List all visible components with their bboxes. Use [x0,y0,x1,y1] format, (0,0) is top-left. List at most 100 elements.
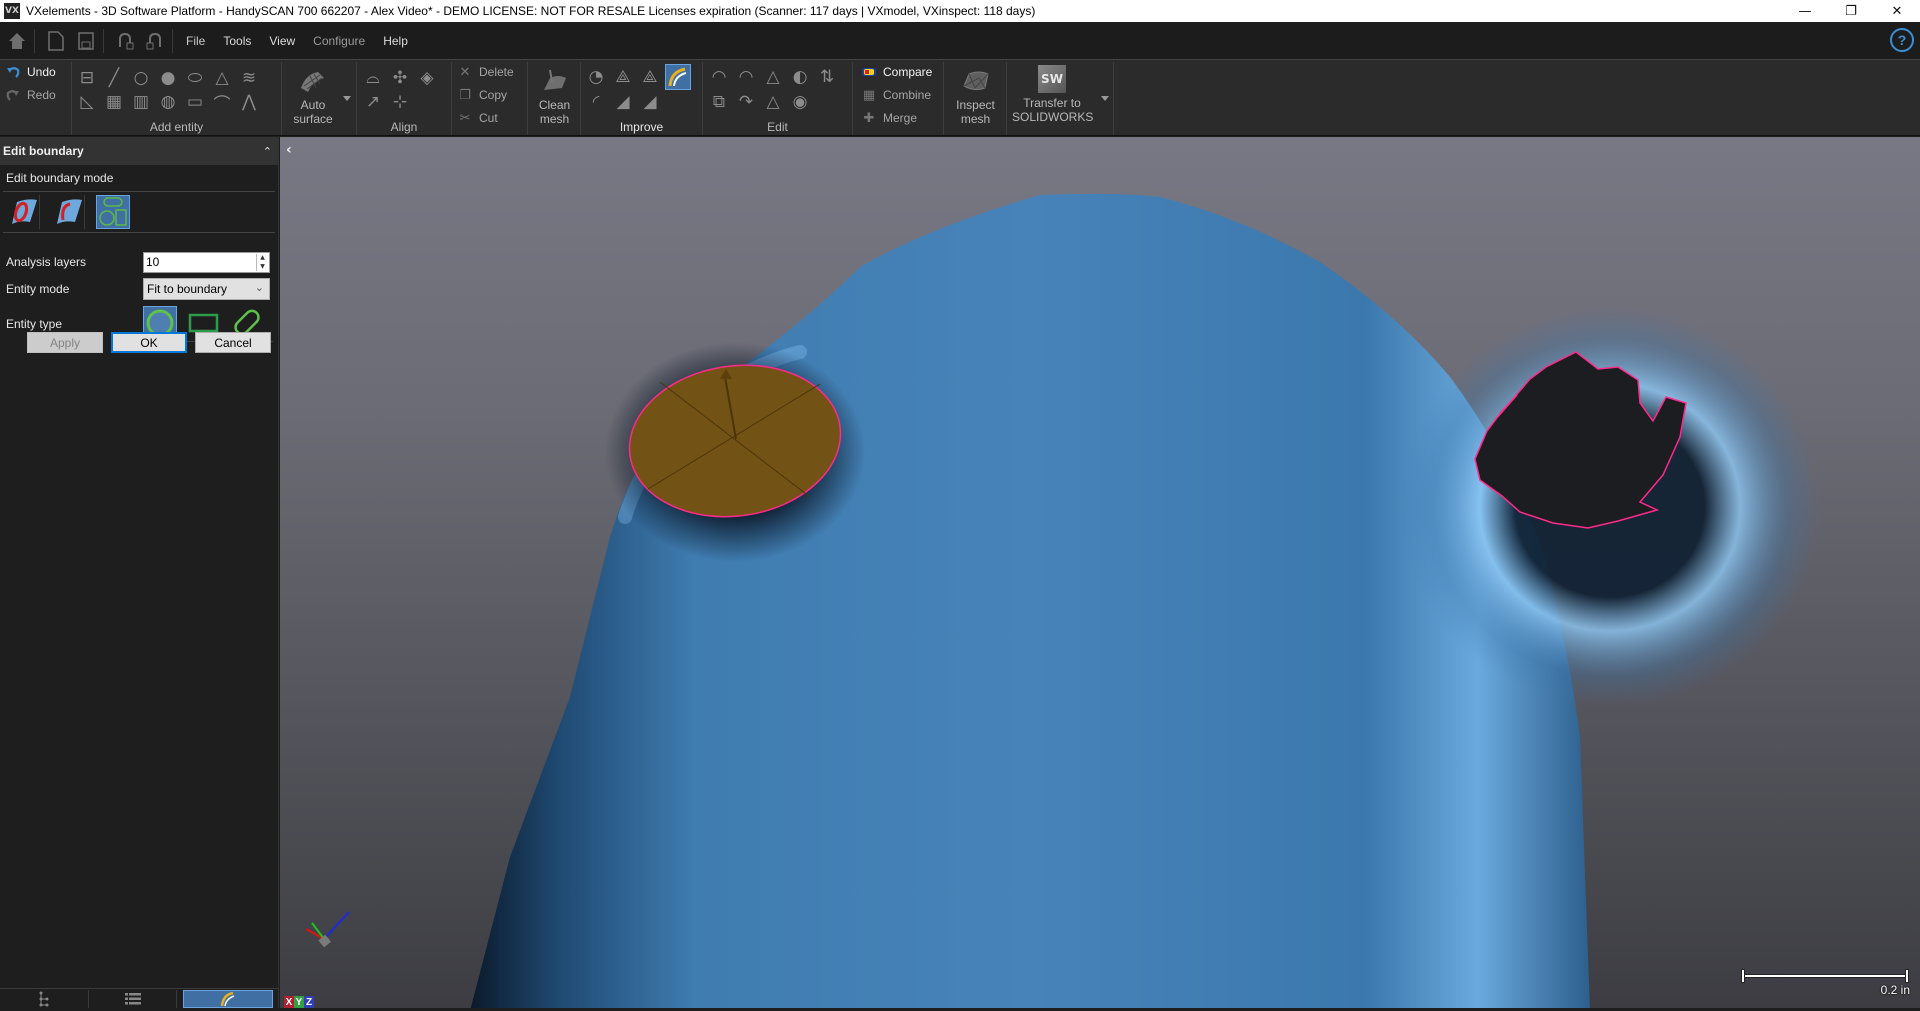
edit-boundary-tab[interactable] [183,989,274,1008]
edit-boundary-panel: Edit boundary ⌃ Edit boundary mode Analy… [0,137,279,1011]
compare-button[interactable]: Compare [862,62,932,82]
collapse-panel-icon[interactable]: ⌃ [263,145,272,158]
rectangle-icon[interactable]: ▭ [184,91,206,113]
improve-group: ◔ ⟁ ⟁ ◜ ◢ ◢ Improve [581,62,703,135]
sphere-icon[interactable]: ● [157,67,179,89]
smooth-boundary-icon[interactable]: ◜ [585,91,607,113]
circle-icon[interactable]: ○ [130,67,152,89]
x-view-button[interactable]: X [284,996,294,1008]
mode-entity-fit-button[interactable] [96,195,130,229]
ok-button[interactable]: OK [111,332,187,353]
align-grid-icon[interactable]: ⊹ [389,91,411,113]
redo-button[interactable]: Redo [6,85,56,105]
transfer-dropdown-icon[interactable] [1101,96,1109,101]
cancel-button[interactable]: Cancel [195,332,271,353]
y-view-button[interactable]: Y [294,996,304,1008]
redo-icon [6,88,20,102]
redo-history-icon[interactable] [142,28,168,54]
list-tab[interactable] [89,989,178,1008]
inspect-mesh-button[interactable]: Inspect mesh [944,66,1007,126]
split-triangle-icon[interactable]: △ [762,66,784,88]
z-view-button[interactable]: Z [304,996,314,1008]
menu-view[interactable]: View [269,34,295,48]
close-button[interactable]: ✕ [1874,0,1920,22]
align-axes-icon[interactable]: ✣ [389,67,411,89]
undo-button[interactable]: Undo [6,62,56,82]
restore-button[interactable]: ❐ [1828,0,1874,22]
curve-icon[interactable]: ⌒ [211,91,233,115]
angle-icon[interactable]: ◺ [76,91,98,113]
refine-icon[interactable]: ⟁ [639,66,661,88]
menu-file[interactable]: File [186,34,205,48]
fill-holes-icon[interactable]: ◔ [585,66,607,88]
scale-icon[interactable]: ⧉ [708,91,730,113]
save-icon[interactable] [73,28,99,54]
minimize-button[interactable]: — [1782,0,1828,22]
cone-icon[interactable]: △ [211,67,233,89]
smooth-icon[interactable]: ◢ [612,91,634,113]
3d-viewport[interactable]: ‹ X Y Z 0.2 in [280,137,1920,1011]
combine-button[interactable]: ▦ Combine [862,85,931,105]
mode-fill-boundary-button[interactable] [6,195,40,229]
scanned-mesh-body[interactable] [470,193,1590,1011]
mode-partial-boundary-button[interactable] [51,195,85,229]
copy-icon: ❐ [459,87,471,103]
clean-mesh-group: Clean mesh [528,62,581,135]
merge-button[interactable]: ✚ Merge [862,108,917,128]
clean-mesh-label: Clean mesh [538,98,571,126]
menu-configure[interactable]: Configure [313,34,365,48]
slot-icon[interactable]: ⬭ [184,67,206,89]
apply-button[interactable]: Apply [27,332,103,353]
undo-history-icon[interactable] [112,28,138,54]
edit-boundary-icon[interactable] [665,64,691,90]
cylinder-icon[interactable]: ▥ [130,91,152,113]
new-file-icon[interactable] [43,28,69,54]
remove-spikes-icon[interactable]: ◢ [639,91,661,113]
edit-label: Edit [767,120,788,134]
menu-tools[interactable]: Tools [223,34,251,48]
decimate-icon[interactable]: ⟁ [612,66,634,88]
surface-trim-icon[interactable]: ◠ [735,66,757,88]
transfer-solidworks-button[interactable]: SW Transfer to SOLIDWORKS [1007,64,1097,124]
help-icon[interactable]: ? [1890,28,1914,52]
clean-mesh-button[interactable]: Clean mesh [528,66,581,126]
menu-help[interactable]: Help [383,34,408,48]
globe-icon[interactable]: ◍ [157,91,179,113]
entity-mode-select[interactable]: Fit to boundary ⌄ [143,278,270,300]
surface-edit-icon[interactable]: ◠ [708,66,730,88]
add-entity-label: Add entity [149,120,204,134]
collapse-panel-arrow-icon[interactable]: ‹ [286,142,292,158]
auto-surface-button[interactable]: Auto surface [286,66,340,126]
thicken-icon[interactable]: ⇅ [816,66,838,88]
analysis-layers-input[interactable]: 10 ▲ ▼ [143,251,270,273]
entity-mode-value: Fit to boundary [147,282,228,296]
spin-up-icon[interactable]: ▲ [260,254,265,261]
copy-button[interactable]: ❐ Copy [458,85,507,105]
entity-mode-label: Entity mode [6,282,70,296]
line-icon[interactable]: ╱ [103,67,125,89]
home-icon[interactable] [4,28,30,54]
spin-down-icon[interactable]: ▼ [260,263,265,270]
bend-icon[interactable]: ↷ [735,91,757,113]
auto-surface-dropdown-icon[interactable] [343,96,351,101]
mirror-icon[interactable]: ◐ [789,66,811,88]
caliper-icon[interactable]: ⊟ [76,67,98,89]
watertight-icon[interactable]: ◉ [789,91,811,113]
align-arrows-icon[interactable]: ↗ [362,91,384,113]
panel-header[interactable]: Edit boundary ⌃ [0,137,278,165]
entity-mode-row: Entity mode Fit to boundary ⌄ [0,277,279,301]
align-mesh-icon[interactable]: ◈ [416,67,438,89]
point-icon[interactable]: ⋀ [238,91,260,113]
layers-icon[interactable]: ≋ [238,67,260,89]
align-surface-icon[interactable]: ⌓ [362,67,384,89]
mesh-scene[interactable] [280,137,1920,1011]
tree-tab[interactable] [0,989,89,1008]
cut-button[interactable]: ✂ Cut [458,108,498,128]
plane-grid-icon[interactable]: ▦ [103,91,125,113]
copy-label: Copy [479,88,508,102]
delete-button[interactable]: ✕ Delete [458,62,514,82]
scale-bar: 0.2 in [1742,969,1910,999]
inspect-mesh-icon [960,66,992,96]
warp-icon[interactable]: △ [762,91,784,113]
analysis-layers-spinner[interactable]: ▲ ▼ [256,253,268,271]
